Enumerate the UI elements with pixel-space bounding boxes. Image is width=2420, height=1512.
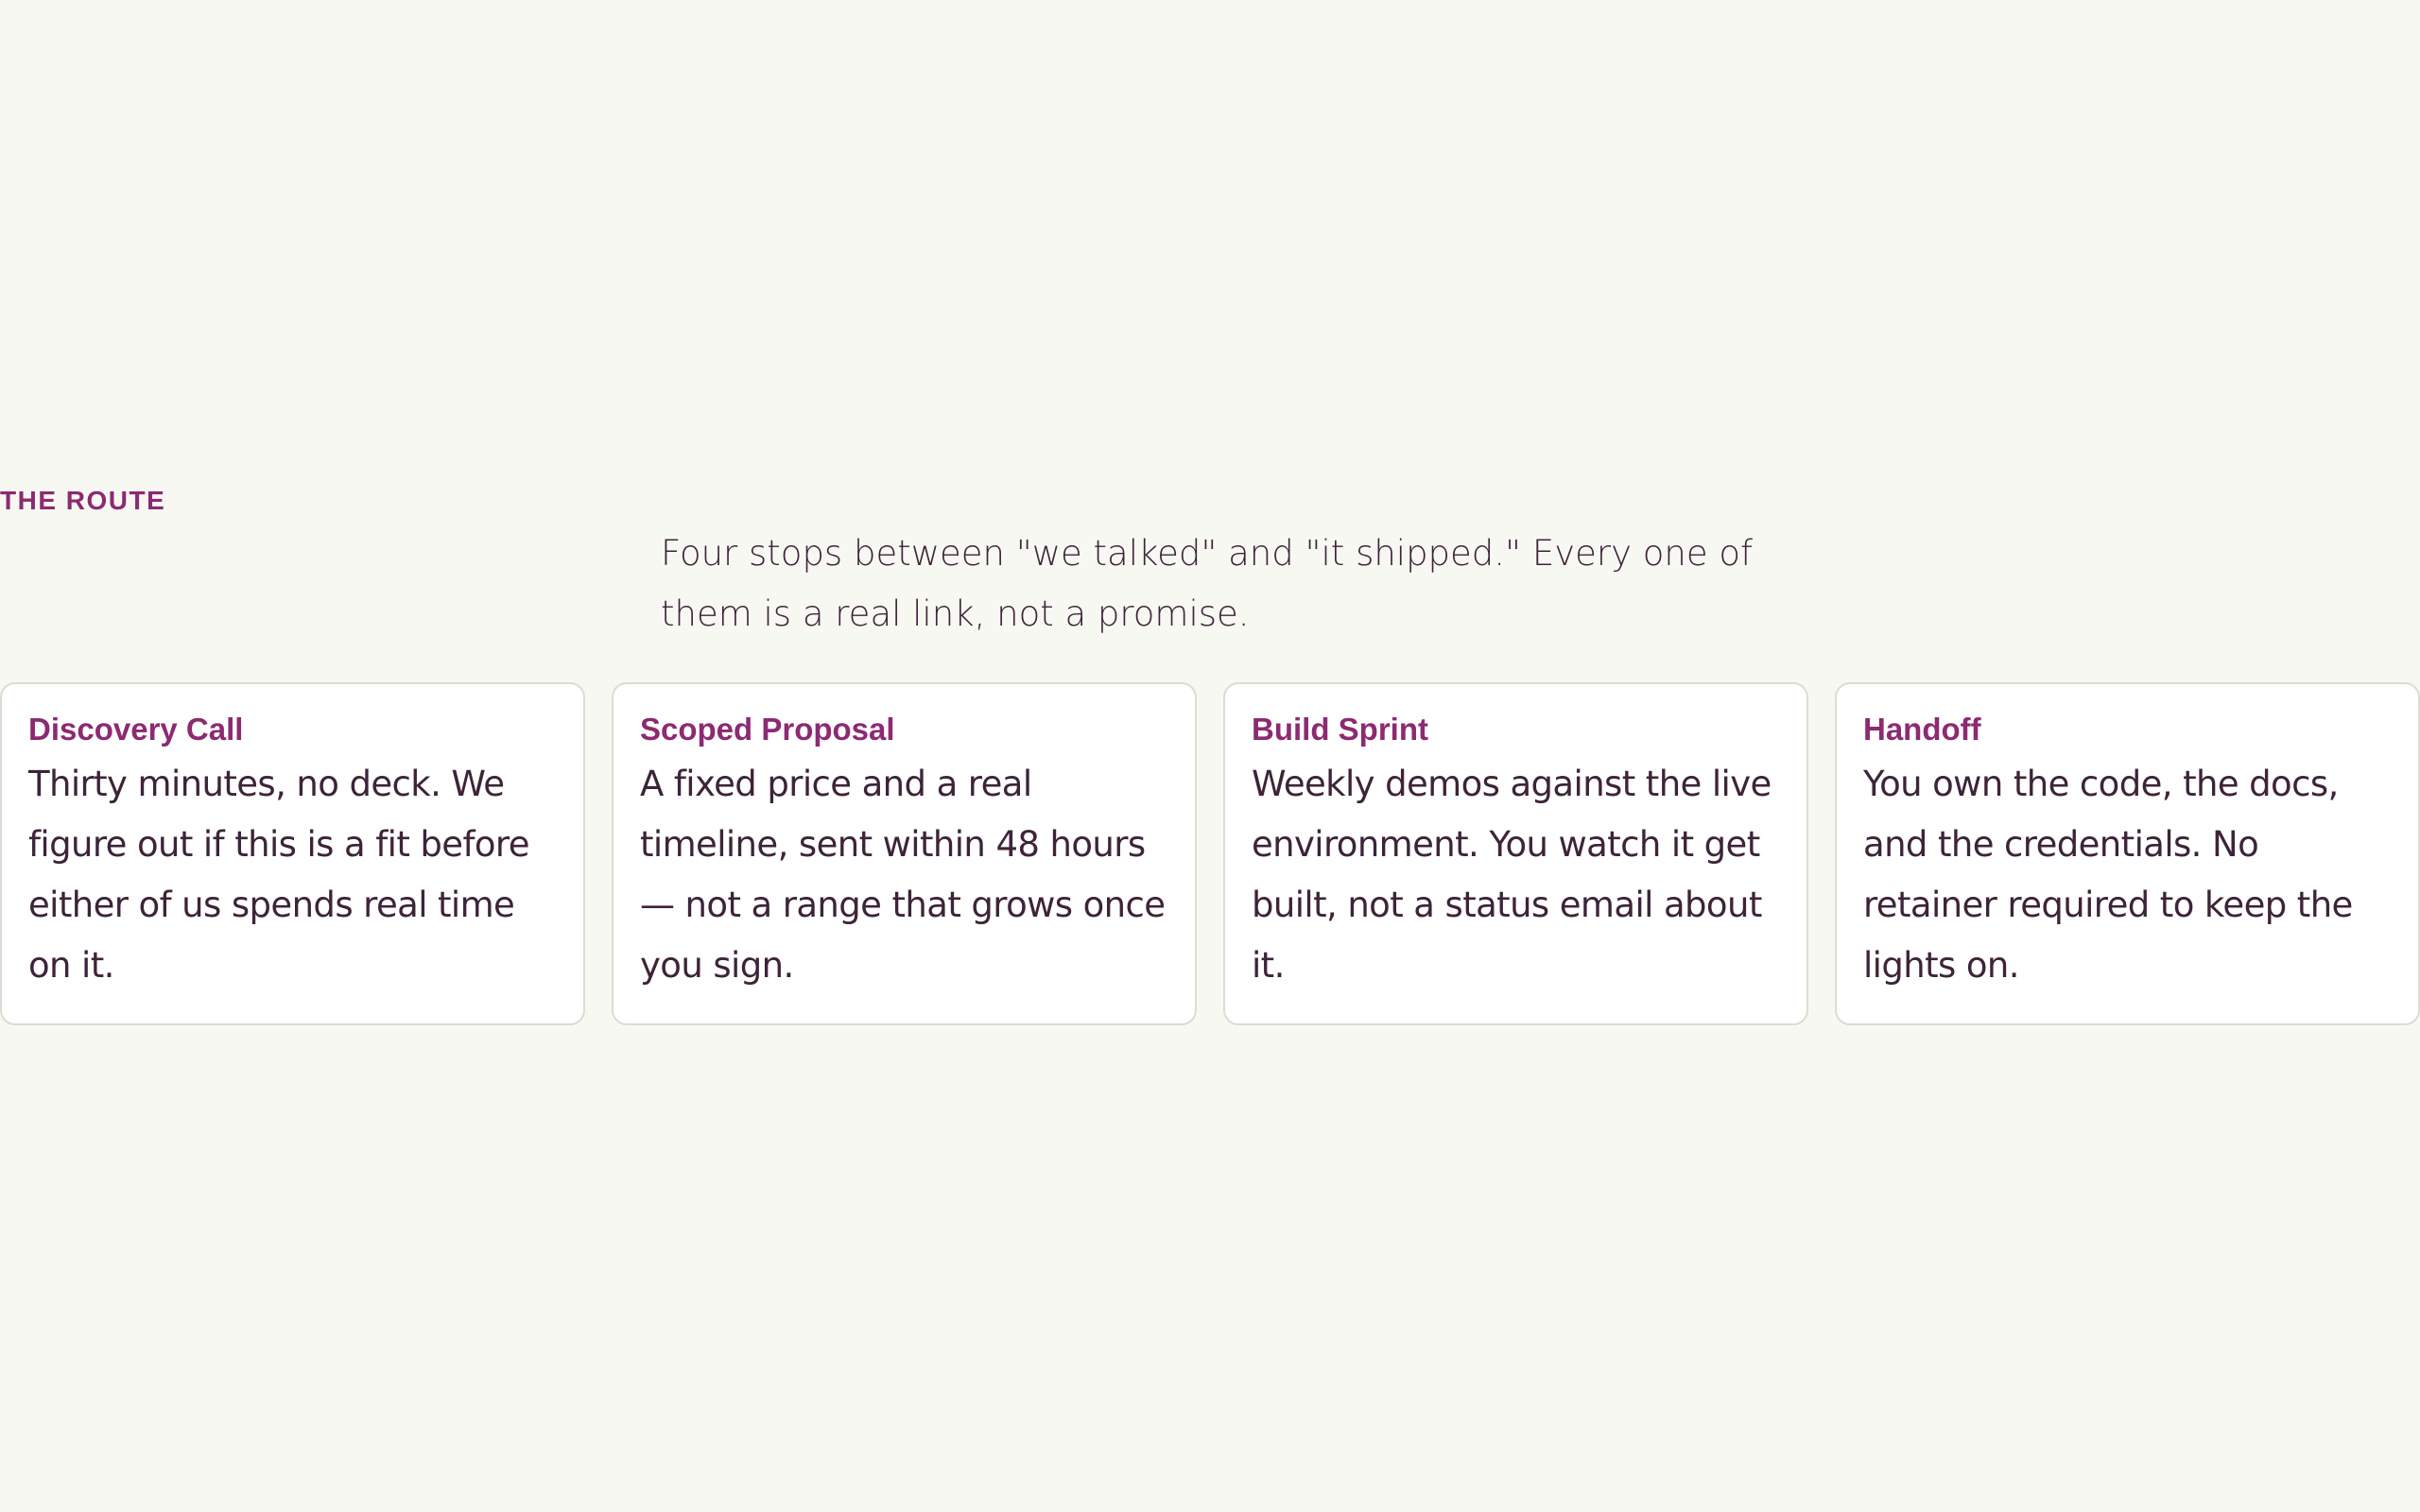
step-title: Handoff bbox=[1863, 712, 1981, 747]
step-description: A fixed price and a real timeline, sent … bbox=[640, 764, 1166, 986]
step-title: Scoped Proposal bbox=[640, 712, 895, 747]
section-lede: Four stops between "we talked" and "it s… bbox=[661, 533, 1754, 634]
step-card-handoff: Handoff You own the code, the docs, and … bbox=[1835, 682, 2420, 1025]
step-description: Thirty minutes, no deck. We figure out i… bbox=[28, 764, 529, 986]
step-title: Discovery Call bbox=[28, 712, 244, 747]
step-description: You own the code, the docs, and the cred… bbox=[1863, 764, 2353, 986]
steps-list: Discovery Call Thirty minutes, no deck. … bbox=[0, 682, 2420, 1025]
step-description: Weekly demos against the live environmen… bbox=[1252, 764, 1772, 986]
step-card-discovery-call: Discovery Call Thirty minutes, no deck. … bbox=[0, 682, 585, 1025]
step-card-build-sprint: Build Sprint Weekly demos against the li… bbox=[1223, 682, 1808, 1025]
section-eyebrow: THE ROUTE bbox=[0, 486, 166, 515]
step-title: Build Sprint bbox=[1252, 712, 1428, 747]
step-card-scoped-proposal: Scoped Proposal A fixed price and a real… bbox=[612, 682, 1197, 1025]
